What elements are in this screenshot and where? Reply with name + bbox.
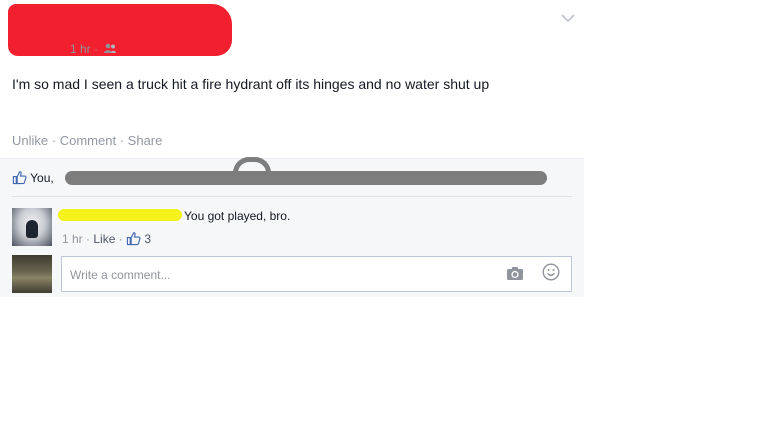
comment-link[interactable]: Comment (60, 133, 116, 148)
thumbs-up-icon (12, 171, 27, 185)
camera-icon[interactable] (506, 265, 524, 281)
post-text: I'm so mad I seen a truck hit a fire hyd… (12, 76, 490, 92)
likes-label[interactable]: You, (30, 171, 54, 185)
post-actions: Unlike · Comment · Share (12, 133, 163, 148)
redacted-likers (65, 157, 547, 185)
comment-composer[interactable] (61, 256, 572, 293)
redacted-commenter-name (58, 209, 182, 221)
commenter-avatar[interactable] (12, 208, 52, 246)
comment-timestamp[interactable]: 1 hr (62, 232, 83, 246)
redacted-author-name (8, 4, 232, 56)
current-user-avatar (12, 255, 52, 293)
post-timestamp[interactable]: 1 hr (70, 42, 91, 56)
friends-icon[interactable] (103, 43, 117, 54)
divider (12, 196, 572, 197)
smiley-icon[interactable] (542, 263, 560, 281)
comment-input[interactable] (68, 257, 492, 293)
comment-like-link[interactable]: Like (93, 232, 115, 246)
likes-summary[interactable]: You, (12, 170, 54, 190)
comment-like-count[interactable]: 3 (144, 232, 151, 246)
thumbs-up-icon[interactable] (126, 231, 141, 246)
post-meta: 1 hr · (70, 42, 117, 56)
comment-meta: 1 hr · Like · 3 (62, 231, 152, 246)
share-link[interactable]: Share (128, 133, 163, 148)
chevron-down-icon[interactable] (560, 12, 576, 24)
unlike-link[interactable]: Unlike (12, 133, 48, 148)
post-card: 1 hr · I'm so mad I seen a truck hit a f… (0, 0, 584, 297)
comment-text: You got played, bro. (184, 209, 291, 223)
